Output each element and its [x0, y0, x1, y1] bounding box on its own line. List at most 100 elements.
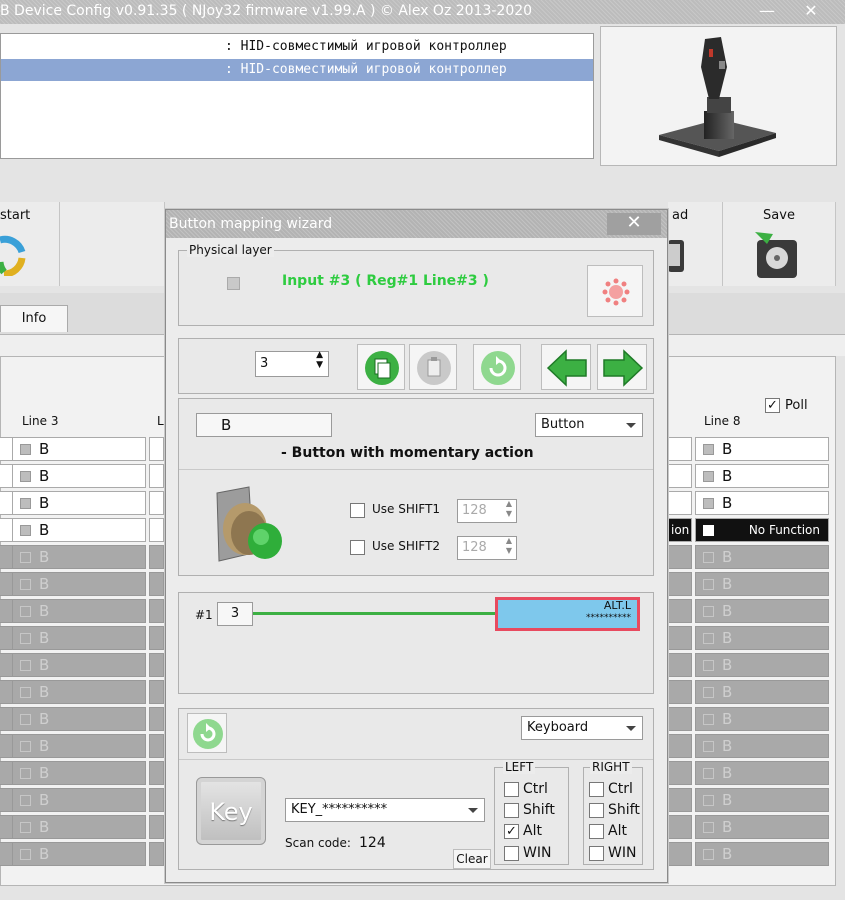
grid-cell[interactable]: [149, 680, 164, 704]
keyboard-refresh-button[interactable]: [187, 713, 227, 753]
save-button[interactable]: Save: [723, 202, 836, 286]
grid-cell[interactable]: [149, 518, 164, 542]
mode-dropdown[interactable]: Button: [535, 413, 643, 437]
grid-cell[interactable]: B: [12, 518, 146, 542]
grid-cell[interactable]: B: [695, 464, 829, 488]
grid-cell[interactable]: [149, 761, 164, 785]
grid-cell[interactable]: [668, 815, 692, 839]
grid-cell[interactable]: B: [695, 815, 829, 839]
grid-cell[interactable]: B: [12, 491, 146, 515]
grid-cell[interactable]: B: [12, 599, 146, 623]
clear-button[interactable]: Clear: [453, 849, 491, 869]
grid-cell[interactable]: [149, 842, 164, 866]
grid-cell[interactable]: B: [12, 653, 146, 677]
left-ctrl-checkbox[interactable]: [504, 782, 519, 797]
grid-cell[interactable]: [149, 437, 164, 461]
device-list[interactable]: : HID-совместимый игровой контроллер : H…: [0, 33, 594, 159]
grid-cell[interactable]: B: [12, 545, 146, 569]
grid-cell[interactable]: [149, 653, 164, 677]
button-number-spinner[interactable]: 3 ▲ ▼: [255, 350, 329, 377]
grid-cell[interactable]: [668, 626, 692, 650]
right-win-checkbox[interactable]: [589, 846, 604, 861]
grid-cell[interactable]: B: [695, 707, 829, 731]
use-shift2-checkbox[interactable]: [350, 540, 365, 555]
reset-input-button[interactable]: [587, 265, 643, 317]
grid-cell[interactable]: [149, 599, 164, 623]
key-button[interactable]: Key: [196, 777, 266, 845]
grid-cell[interactable]: B: [12, 437, 146, 461]
grid-cell[interactable]: [668, 464, 692, 488]
grid-cell[interactable]: [668, 653, 692, 677]
grid-cell[interactable]: [668, 761, 692, 785]
key-code-dropdown[interactable]: KEY_**********: [285, 798, 485, 822]
restart-button[interactable]: start: [0, 202, 60, 286]
grid-cell[interactable]: [668, 599, 692, 623]
grid-cell[interactable]: B: [12, 464, 146, 488]
grid-cell[interactable]: B: [695, 788, 829, 812]
grid-cell[interactable]: B: [12, 815, 146, 839]
close-button[interactable]: ✕: [788, 0, 834, 24]
grid-cell[interactable]: B: [695, 734, 829, 758]
grid-cell[interactable]: B: [12, 842, 146, 866]
grid-cell[interactable]: B: [12, 734, 146, 758]
channel-value[interactable]: 3: [217, 602, 253, 626]
grid-cell[interactable]: B: [12, 626, 146, 650]
grid-cell[interactable]: [668, 680, 692, 704]
right-alt-checkbox[interactable]: [589, 824, 604, 839]
grid-cell[interactable]: B: [12, 572, 146, 596]
tab-info[interactable]: Info: [0, 305, 68, 332]
grid-cell[interactable]: B: [12, 761, 146, 785]
use-shift1-checkbox[interactable]: [350, 503, 365, 518]
left-alt-checkbox[interactable]: ✓: [504, 824, 519, 839]
grid-cell[interactable]: B: [695, 572, 829, 596]
grid-cell[interactable]: B: [695, 437, 829, 461]
grid-cell[interactable]: B: [12, 707, 146, 731]
grid-cell[interactable]: No Function: [695, 518, 829, 542]
grid-cell[interactable]: ion: [668, 518, 692, 542]
dialog-close-button[interactable]: ✕: [607, 213, 661, 235]
grid-cell[interactable]: B: [695, 680, 829, 704]
grid-cell[interactable]: B: [12, 788, 146, 812]
shift2-spinner-icon[interactable]: ▲ ▼: [506, 536, 512, 556]
shift1-value-input[interactable]: 128 ▲ ▼: [457, 499, 517, 523]
output-type-dropdown[interactable]: Keyboard: [521, 716, 643, 740]
grid-cell[interactable]: [668, 491, 692, 515]
grid-cell[interactable]: B: [695, 491, 829, 515]
grid-cell[interactable]: [668, 707, 692, 731]
device-row-selected[interactable]: : HID-совместимый игровой контроллер: [1, 59, 593, 81]
paste-button[interactable]: [409, 344, 457, 390]
shift2-value-input[interactable]: 128 ▲ ▼: [457, 536, 517, 560]
grid-cell[interactable]: [149, 788, 164, 812]
grid-cell[interactable]: [668, 842, 692, 866]
grid-cell[interactable]: [668, 572, 692, 596]
next-button[interactable]: [597, 344, 647, 390]
grid-cell[interactable]: B: [695, 653, 829, 677]
output-mapping-box[interactable]: ALT.L **********: [495, 597, 640, 631]
grid-cell[interactable]: [149, 815, 164, 839]
grid-cell[interactable]: B: [695, 842, 829, 866]
grid-cell[interactable]: [668, 734, 692, 758]
left-shift-checkbox[interactable]: [504, 803, 519, 818]
grid-cell[interactable]: B: [695, 761, 829, 785]
minimize-button[interactable]: —: [744, 0, 790, 24]
grid-cell[interactable]: [149, 545, 164, 569]
grid-cell[interactable]: [149, 491, 164, 515]
grid-cell[interactable]: [149, 734, 164, 758]
grid-cell[interactable]: B: [12, 680, 146, 704]
load-button[interactable]: ad: [668, 202, 723, 286]
grid-cell[interactable]: B: [695, 626, 829, 650]
copy-button[interactable]: [357, 344, 405, 390]
poll-checkbox[interactable]: ✓: [765, 398, 780, 413]
device-row[interactable]: : HID-совместимый игровой контроллер: [1, 36, 593, 58]
grid-cell[interactable]: [149, 626, 164, 650]
shift1-spinner-icon[interactable]: ▲ ▼: [506, 499, 512, 519]
grid-cell[interactable]: B: [695, 545, 829, 569]
grid-cell[interactable]: B: [695, 599, 829, 623]
left-win-checkbox[interactable]: [504, 846, 519, 861]
right-ctrl-checkbox[interactable]: [589, 782, 604, 797]
grid-cell[interactable]: [668, 545, 692, 569]
button-name-input[interactable]: B: [196, 413, 332, 437]
spinner-arrows-icon[interactable]: ▲ ▼: [316, 350, 323, 370]
previous-button[interactable]: [541, 344, 591, 390]
right-shift-checkbox[interactable]: [589, 803, 604, 818]
